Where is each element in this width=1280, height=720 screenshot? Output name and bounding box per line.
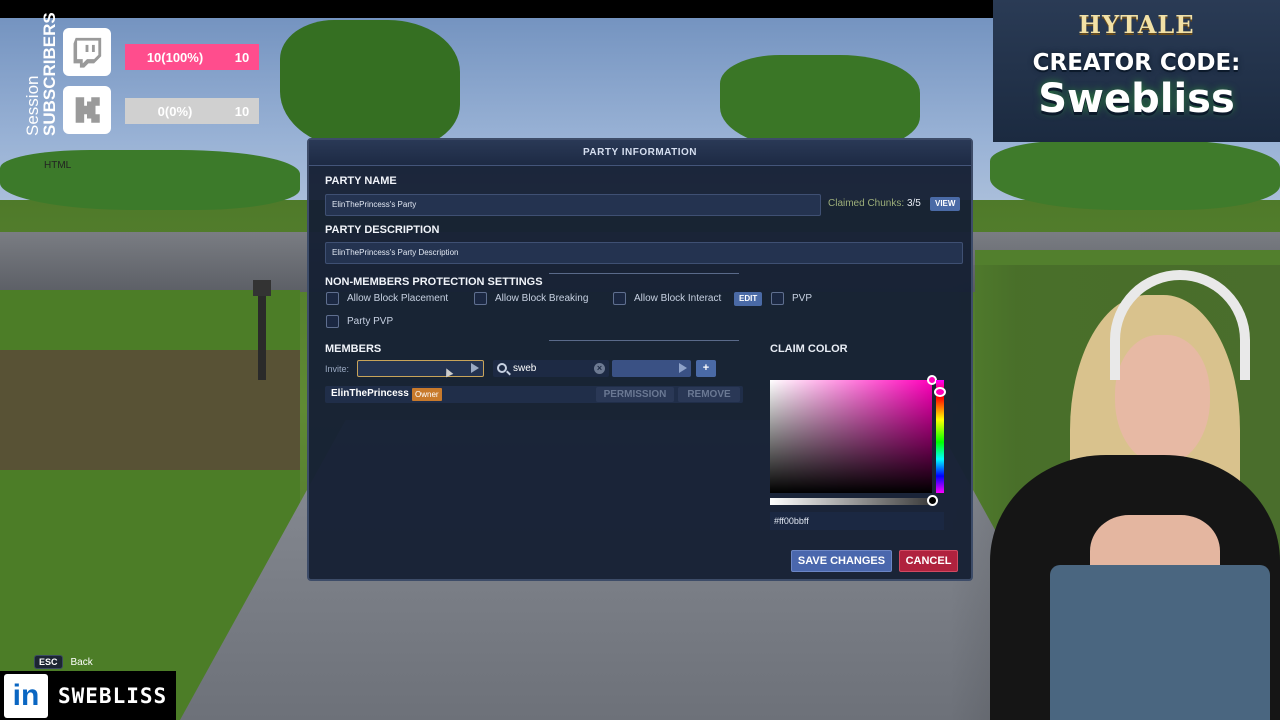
alpha-slider-handle[interactable] — [927, 495, 938, 506]
twitch-sub-goal-bar: 10(100%) 10 — [125, 44, 259, 70]
remove-button[interactable]: REMOVE — [678, 387, 740, 402]
allow-block-interact-checkbox[interactable]: Allow Block Interact — [613, 292, 721, 305]
kick-sub-goal-bar: 0(0%) 10 — [125, 98, 259, 124]
play-arrow-icon[interactable] — [679, 363, 687, 373]
divider — [549, 340, 739, 341]
esc-key: ESC — [34, 655, 63, 669]
pvp-checkbox[interactable]: PVP — [771, 292, 812, 305]
esc-back-hint[interactable]: ESC Back — [34, 655, 93, 669]
checkbox-label: Allow Block Breaking — [495, 293, 589, 304]
tree — [280, 20, 460, 150]
color-hex-input[interactable]: #ff00bbff — [770, 512, 944, 530]
view-chunks-button[interactable]: VIEW — [930, 197, 961, 211]
tree — [720, 55, 920, 150]
color-picker-area[interactable] — [770, 375, 937, 493]
back-label: Back — [70, 656, 93, 668]
party-name-input[interactable]: ElinThePrincess's Party — [325, 194, 821, 216]
play-arrow-icon[interactable] — [471, 363, 479, 373]
twitch-icon — [63, 28, 111, 76]
party-information-dialog: PARTY INFORMATION PARTY NAME ElinThePrin… — [307, 138, 973, 581]
save-changes-button[interactable]: SAVE CHANGES — [791, 550, 892, 572]
checkbox-box[interactable] — [771, 292, 784, 305]
lamp-post — [253, 280, 271, 380]
member-name: ElinThePrincess — [331, 388, 409, 399]
dialog-title: PARTY INFORMATION — [309, 140, 971, 166]
kick-percent: 0(0%) — [157, 103, 193, 119]
search-value: sweb — [513, 363, 537, 374]
checkbox-box[interactable] — [474, 292, 487, 305]
claimed-chunks-value: 3/5 — [906, 198, 921, 209]
player-select-dropdown[interactable] — [612, 360, 691, 377]
edit-interact-button[interactable]: EDIT — [734, 292, 763, 306]
party-description-input[interactable]: ElinThePrincess's Party Description — [325, 242, 963, 264]
member-row[interactable]: ElinThePrincess Owner PERMISSION REMOVE — [325, 386, 743, 403]
creator-code-text: CREATOR CODE: — [1032, 50, 1241, 76]
tree — [990, 140, 1280, 210]
cancel-button[interactable]: CANCEL — [899, 550, 958, 572]
checkbox-label: Party PVP — [347, 316, 394, 327]
session-subscribers-label: Session SUBSCRIBERS — [22, 12, 59, 140]
invite-input[interactable] — [357, 360, 484, 377]
allow-block-placement-checkbox[interactable]: Allow Block Placement — [326, 292, 448, 305]
members-label: MEMBERS — [325, 343, 382, 355]
soil-patch — [0, 350, 300, 470]
party-description-label: PARTY DESCRIPTION — [325, 224, 440, 236]
tree — [0, 150, 300, 210]
linkedin-icon: in — [4, 673, 48, 718]
hue-slider[interactable] — [934, 380, 946, 493]
player-search-input[interactable]: sweb × — [493, 360, 609, 377]
webcam-feed — [950, 265, 1280, 720]
party-pvp-checkbox[interactable]: Party PVP — [326, 315, 393, 328]
divider — [549, 273, 739, 274]
kick-goal: 10 — [234, 103, 250, 119]
checkbox-label: Allow Block Placement — [347, 293, 449, 304]
owner-badge: Owner — [412, 388, 442, 401]
hytale-creator-code-logo: HYTALE CREATOR CODE: Swebliss — [993, 0, 1280, 142]
hytale-logo-text: HYTALE — [1078, 10, 1195, 39]
clear-search-icon[interactable]: × — [594, 363, 605, 374]
protection-settings-label: NON-MEMBERS PROTECTION SETTINGS — [325, 276, 543, 288]
checkbox-label: Allow Block Interact — [634, 293, 722, 304]
checkbox-box[interactable] — [326, 315, 339, 328]
session-text: Session — [23, 75, 42, 136]
alpha-slider[interactable] — [770, 495, 938, 506]
checkbox-box[interactable] — [326, 292, 339, 305]
twitch-goal: 10 — [234, 49, 250, 65]
kick-icon — [63, 86, 111, 134]
creator-name-text: Swebliss — [1038, 76, 1235, 122]
party-name-label: PARTY NAME — [325, 175, 397, 187]
checkbox-label: PVP — [792, 293, 813, 304]
invite-label: Invite: — [325, 364, 350, 374]
twitch-percent: 10(100%) — [146, 49, 204, 65]
claimed-chunks: Claimed Chunks: 3/5 — [828, 198, 921, 209]
subscribers-text: SUBSCRIBERS — [40, 12, 59, 136]
checkbox-box[interactable] — [613, 292, 626, 305]
webcam-person-overall — [1050, 565, 1270, 720]
allow-block-breaking-checkbox[interactable]: Allow Block Breaking — [474, 292, 588, 305]
html-label: HTML — [44, 160, 72, 171]
claimed-chunks-label: Claimed Chunks: — [828, 198, 905, 209]
hue-slider-handle[interactable] — [934, 387, 946, 397]
brand-banner: in SWEBLISS — [0, 671, 176, 720]
add-member-button[interactable]: + — [696, 360, 716, 377]
brand-name: SWEBLISS — [58, 683, 168, 708]
claim-color-label: CLAIM COLOR — [770, 343, 848, 355]
permission-button[interactable]: PERMISSION — [596, 387, 674, 402]
search-icon — [497, 363, 507, 373]
